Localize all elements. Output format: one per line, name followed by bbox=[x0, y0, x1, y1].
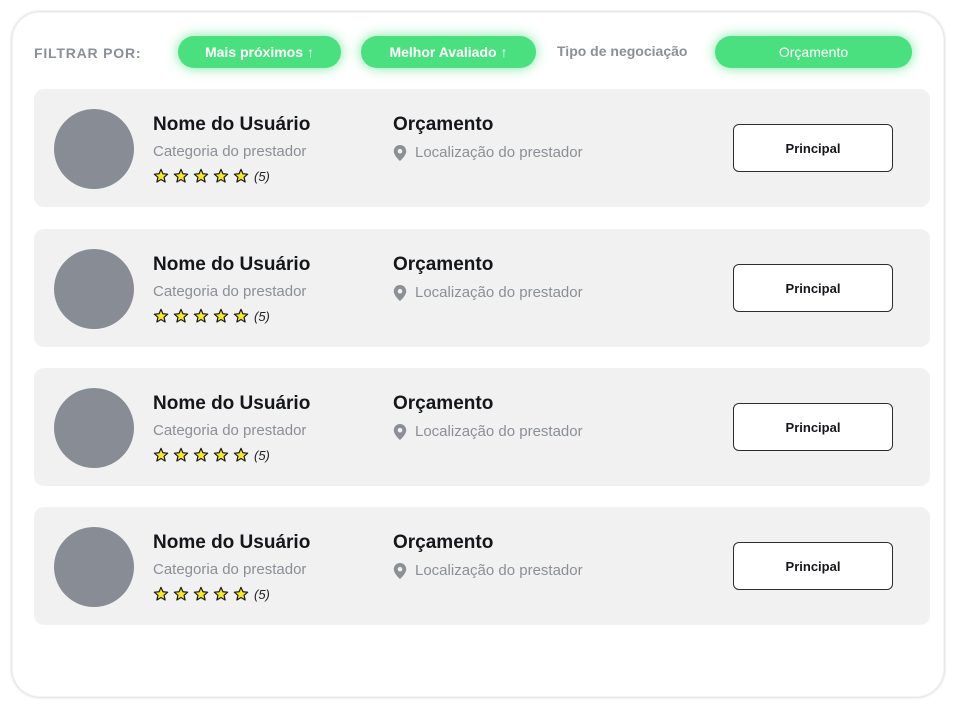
user-name: Nome do Usuário bbox=[153, 532, 311, 553]
filter-best-rated-label: Melhor Avaliado bbox=[389, 44, 497, 60]
rating-count: (5) bbox=[254, 447, 270, 463]
provider-card[interactable]: Nome do Usuário Categoria do prestador (5)… bbox=[34, 89, 930, 207]
principal-button[interactable]: Principal bbox=[733, 403, 893, 451]
location-pin-icon bbox=[393, 284, 407, 301]
provider-location: Localização do prestador bbox=[393, 144, 583, 161]
provider-location: Localização do prestador bbox=[393, 423, 583, 440]
star-icon bbox=[233, 586, 249, 601]
rating: (5) bbox=[153, 308, 270, 324]
rating: (5) bbox=[153, 168, 270, 184]
arrow-up-icon: ↑ bbox=[500, 44, 508, 60]
star-icon bbox=[213, 586, 229, 601]
provider-category: Categoria do prestador bbox=[153, 283, 307, 300]
location-pin-icon bbox=[393, 562, 407, 579]
star-icon bbox=[193, 586, 209, 601]
provider-category: Categoria do prestador bbox=[153, 561, 307, 578]
star-icon bbox=[213, 168, 229, 183]
negotiation-type-label: Tipo de negociação bbox=[557, 43, 688, 59]
user-name: Nome do Usuário bbox=[153, 114, 311, 135]
filter-nearest-label: Mais próximos bbox=[204, 44, 304, 60]
avatar bbox=[54, 527, 134, 607]
star-icon bbox=[153, 168, 169, 183]
rating-count: (5) bbox=[254, 168, 270, 184]
provider-location: Localização do prestador bbox=[393, 284, 583, 301]
star-icon bbox=[173, 447, 189, 462]
rating-count: (5) bbox=[254, 586, 270, 602]
star-icon bbox=[193, 308, 209, 323]
star-icon bbox=[173, 168, 189, 183]
user-name: Nome do Usuário bbox=[153, 393, 311, 414]
avatar bbox=[54, 388, 134, 468]
negotiation-type-value: Orçamento bbox=[778, 44, 849, 60]
star-icon bbox=[193, 168, 209, 183]
filter-best-rated-button[interactable]: Melhor Avaliado ↑ bbox=[361, 36, 536, 68]
star-icon bbox=[233, 168, 249, 183]
location-text: Localização do prestador bbox=[415, 284, 583, 301]
star-icon bbox=[153, 447, 169, 462]
star-icon bbox=[153, 308, 169, 323]
rating: (5) bbox=[153, 447, 270, 463]
principal-button[interactable]: Principal bbox=[733, 124, 893, 172]
location-text: Localização do prestador bbox=[415, 423, 583, 440]
star-icon bbox=[233, 308, 249, 323]
provider-card[interactable]: Nome do Usuário Categoria do prestador (5)… bbox=[34, 507, 930, 625]
filter-label: FILTRAR POR: bbox=[34, 45, 142, 61]
star-icon bbox=[173, 586, 189, 601]
location-pin-icon bbox=[393, 144, 407, 161]
star-icon bbox=[213, 308, 229, 323]
location-text: Localização do prestador bbox=[415, 144, 583, 161]
user-name: Nome do Usuário bbox=[153, 254, 311, 275]
provider-category: Categoria do prestador bbox=[153, 143, 307, 160]
star-icon bbox=[213, 447, 229, 462]
negotiation-type: Orçamento bbox=[393, 114, 494, 135]
star-icon bbox=[173, 308, 189, 323]
arrow-up-icon: ↑ bbox=[307, 44, 315, 60]
provider-location: Localização do prestador bbox=[393, 562, 583, 579]
filter-nearest-button[interactable]: Mais próximos ↑ bbox=[178, 36, 341, 68]
provider-card[interactable]: Nome do Usuário Categoria do prestador (5)… bbox=[34, 368, 930, 486]
provider-category: Categoria do prestador bbox=[153, 422, 307, 439]
location-pin-icon bbox=[393, 423, 407, 440]
star-icon bbox=[193, 447, 209, 462]
principal-button[interactable]: Principal bbox=[733, 542, 893, 590]
provider-card[interactable]: Nome do Usuário Categoria do prestador (5)… bbox=[34, 229, 930, 347]
avatar bbox=[54, 109, 134, 189]
principal-button[interactable]: Principal bbox=[733, 264, 893, 312]
avatar bbox=[54, 249, 134, 329]
rating-count: (5) bbox=[254, 308, 270, 324]
filter-bar: FILTRAR POR: Mais próximos ↑ Melhor Aval… bbox=[34, 36, 924, 70]
negotiation-type: Orçamento bbox=[393, 532, 494, 553]
negotiation-type: Orçamento bbox=[393, 254, 494, 275]
location-text: Localização do prestador bbox=[415, 562, 583, 579]
star-icon bbox=[153, 586, 169, 601]
star-icon bbox=[233, 447, 249, 462]
rating: (5) bbox=[153, 586, 270, 602]
negotiation-type-select[interactable]: Orçamento bbox=[715, 36, 912, 68]
negotiation-type: Orçamento bbox=[393, 393, 494, 414]
